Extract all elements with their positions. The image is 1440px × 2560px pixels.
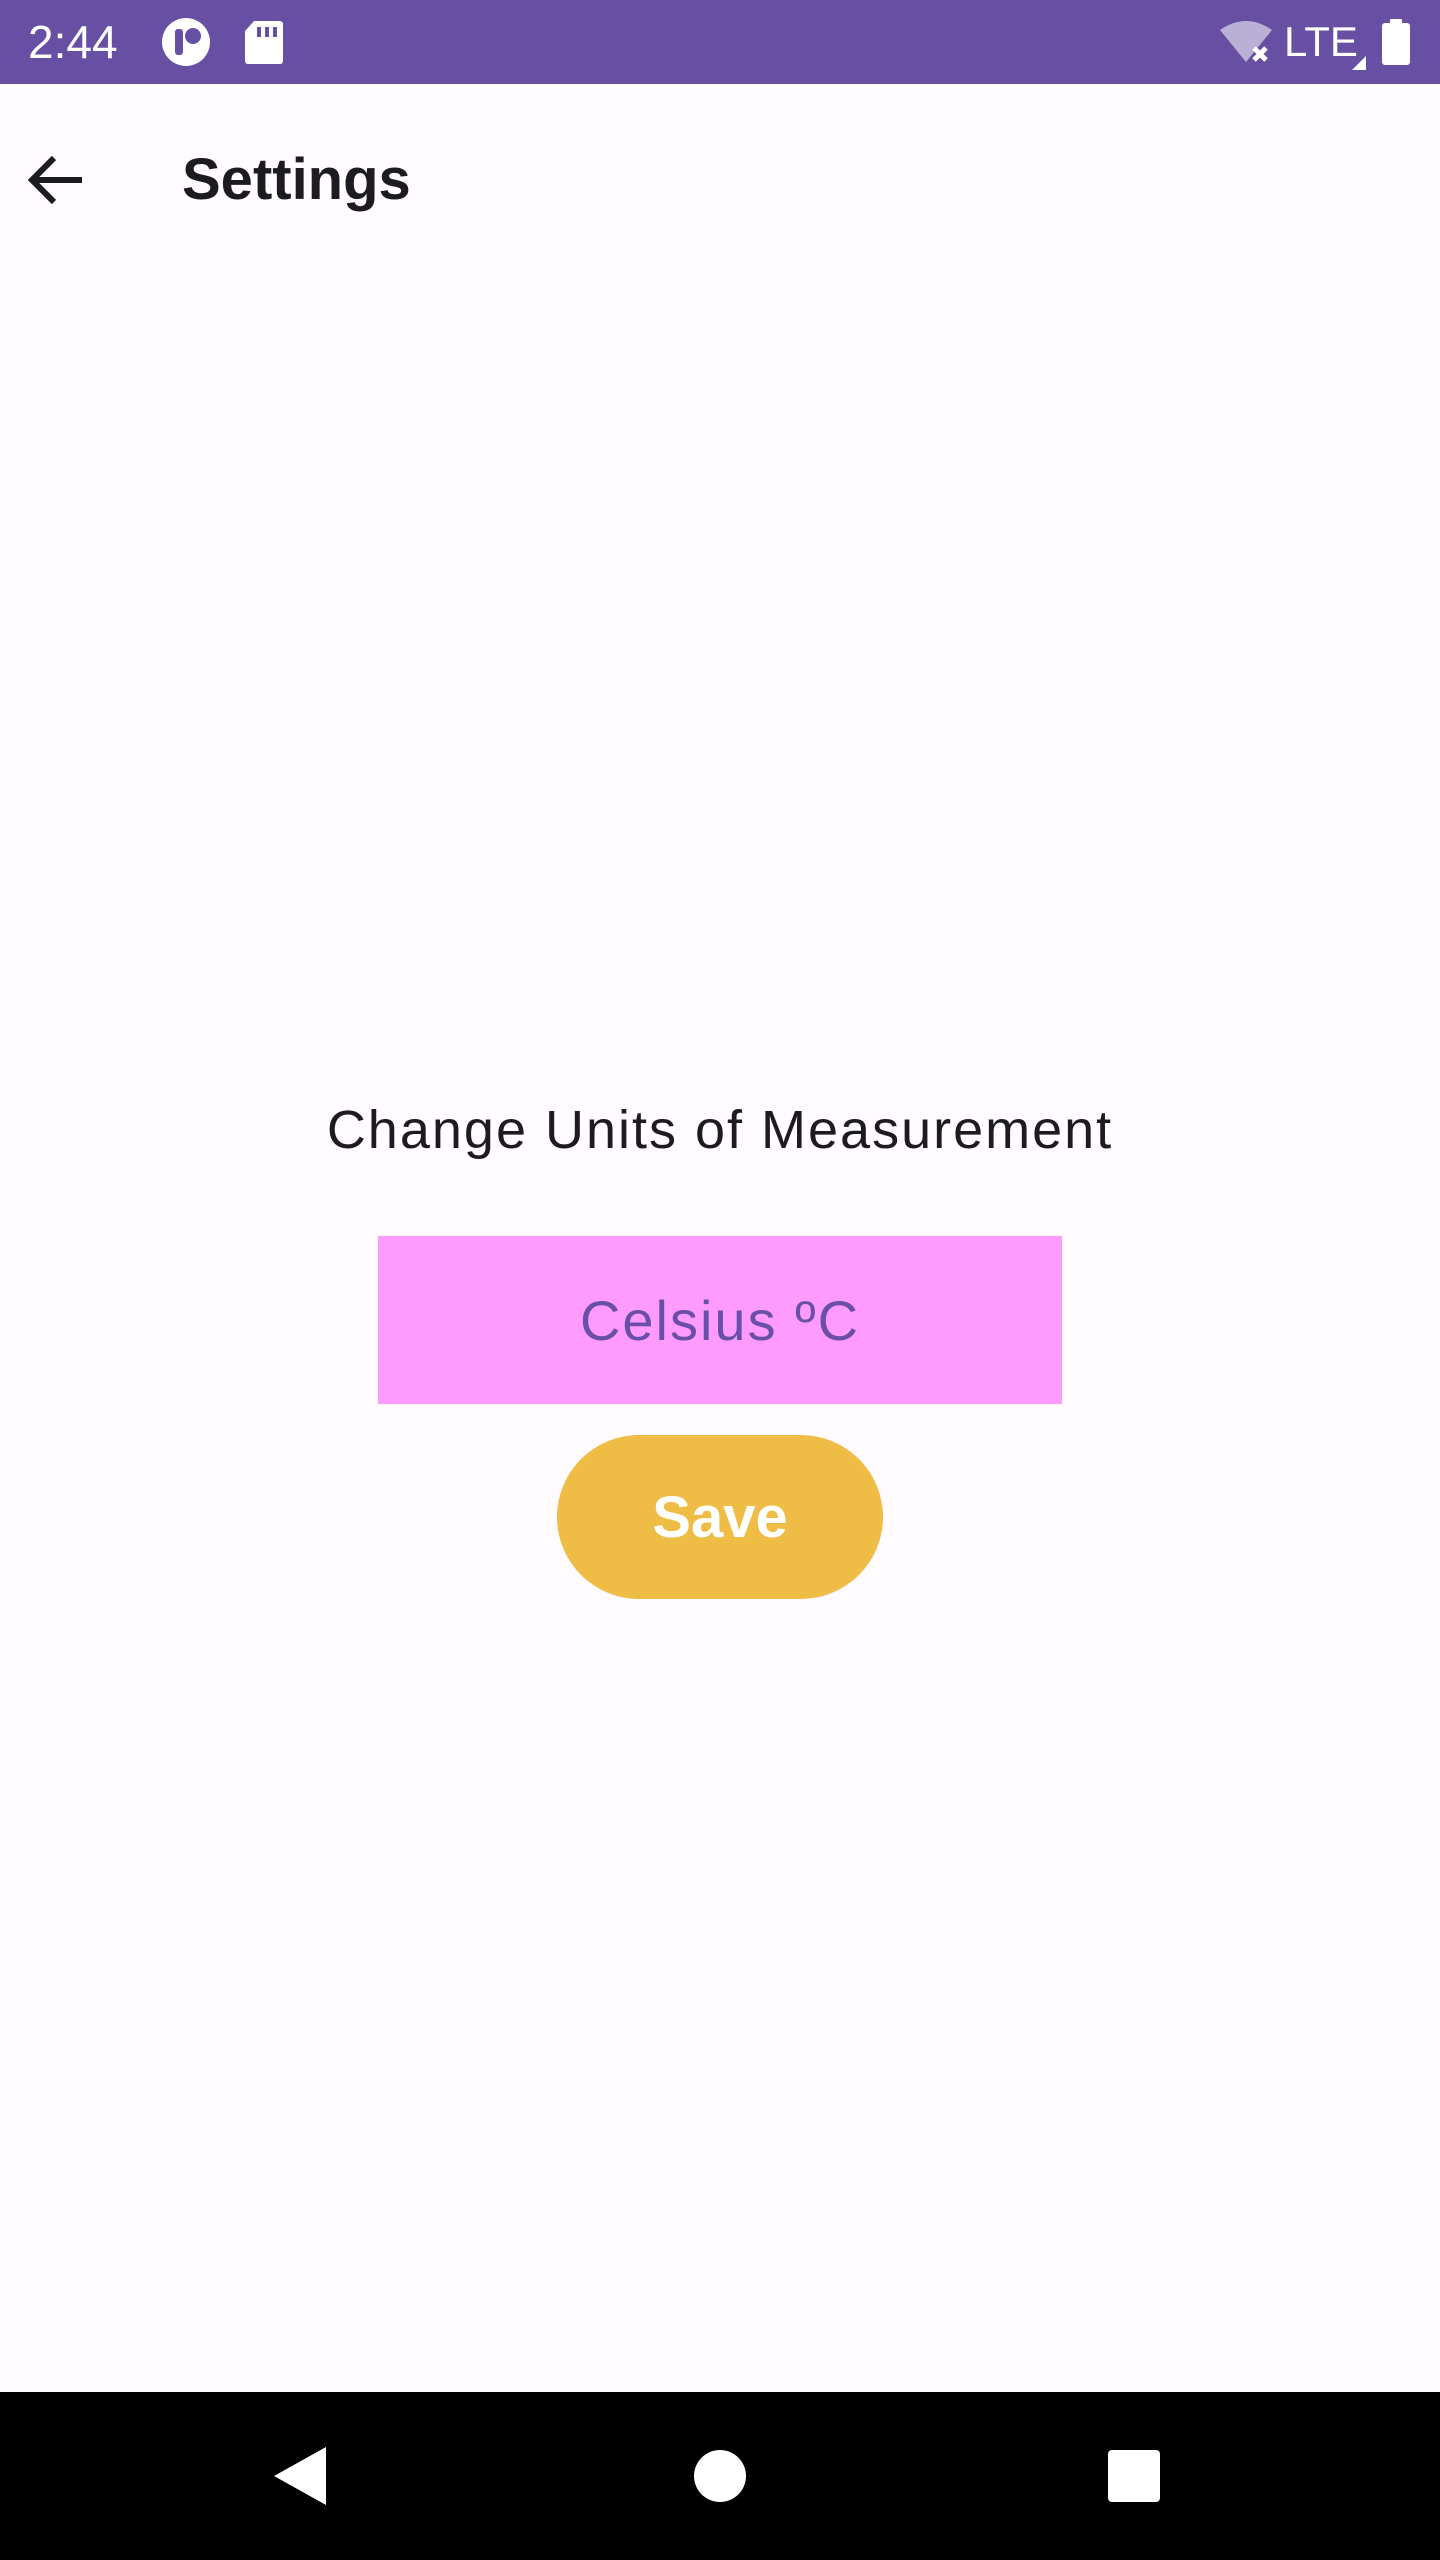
nav-recents-button[interactable] bbox=[1050, 2392, 1218, 2560]
recents-square-icon bbox=[1108, 2450, 1160, 2502]
battery-icon bbox=[1382, 0, 1410, 84]
status-time: 2:44 bbox=[28, 16, 118, 68]
network-type-label: LTE bbox=[1284, 18, 1358, 65]
cellular-signal-icon bbox=[1352, 0, 1368, 84]
system-navigation-bar bbox=[0, 2392, 1440, 2560]
arrow-back-icon bbox=[27, 155, 82, 205]
unit-selector-button[interactable]: Celsius ºC bbox=[378, 1236, 1062, 1404]
nav-home-button[interactable] bbox=[636, 2392, 804, 2560]
nav-back-button[interactable] bbox=[216, 2392, 384, 2560]
page-title: Settings bbox=[182, 147, 411, 212]
wifi-off-icon bbox=[1218, 0, 1274, 84]
save-button[interactable]: Save bbox=[557, 1435, 883, 1599]
sd-card-icon bbox=[244, 0, 284, 84]
app-notification-icon bbox=[160, 0, 212, 84]
top-app-bar: Settings bbox=[0, 84, 1440, 308]
status-bar: 2:44 LTE bbox=[0, 0, 1440, 84]
save-button-label: Save bbox=[652, 1484, 788, 1550]
unit-selector-label: Celsius ºC bbox=[579, 1288, 861, 1352]
units-heading: Change Units of Measurement bbox=[326, 1100, 1114, 1160]
back-triangle-icon bbox=[274, 2447, 326, 2505]
back-button[interactable] bbox=[0, 124, 112, 236]
settings-screen: 2:44 LTE Settings Change Units of Measur… bbox=[0, 0, 1440, 2560]
home-circle-icon bbox=[694, 2450, 746, 2502]
